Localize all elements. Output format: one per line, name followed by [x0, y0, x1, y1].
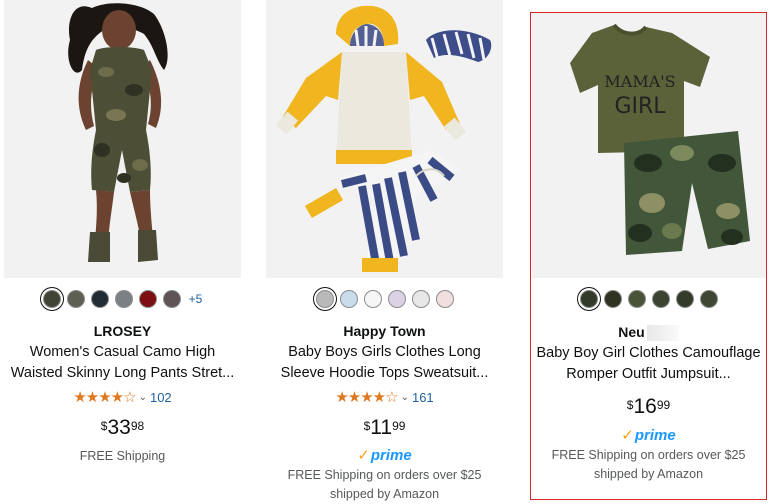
title-line: Women's Casual Camo High: [29, 344, 216, 360]
price: $1699: [531, 395, 766, 419]
chevron-down-icon[interactable]: ⌄: [401, 392, 409, 403]
price-symbol: $: [100, 419, 108, 433]
color-swatch[interactable]: [114, 290, 133, 308]
product-title-link[interactable]: Women's Casual Camo High Waisted Skinny …: [0, 342, 245, 384]
product-title-link[interactable]: Baby Boys Girls Clothes Long Sleeve Hood…: [262, 342, 507, 384]
prime-label: prime: [634, 426, 676, 444]
price-fraction: 99: [392, 419, 406, 433]
color-swatch[interactable]: [315, 290, 334, 308]
color-swatch[interactable]: [138, 290, 157, 308]
color-swatch[interactable]: [42, 290, 61, 308]
color-swatch[interactable]: [339, 290, 358, 308]
prime-logo: ✓ prime: [621, 426, 676, 445]
price: $3398: [0, 416, 245, 440]
product-card-neu[interactable]: MAMA'S GIRL Neu Baby Boy Girl Clothes Ca…: [530, 12, 767, 500]
shirt-text: MAMA'S: [604, 72, 675, 91]
brand-name: Neu: [531, 324, 766, 342]
chevron-down-icon[interactable]: ⌄: [139, 392, 147, 403]
shipping-line: FREE Shipping on orders over $25: [287, 468, 482, 482]
rating-count-link[interactable]: 161: [412, 390, 434, 405]
prime-check-icon: ✓: [621, 427, 634, 444]
camo-romper-outfit-image: MAMA'S GIRL: [532, 13, 766, 278]
color-swatch[interactable]: [66, 290, 85, 308]
prime-badge: ✓ prime: [531, 426, 766, 445]
prime-logo: ✓ prime: [357, 446, 412, 465]
color-swatch[interactable]: [435, 290, 454, 308]
color-swatches: [262, 290, 507, 308]
shipping-line: shipped by Amazon: [329, 487, 440, 501]
brand-text: Neu: [618, 324, 645, 340]
title-line: Baby Boys Girls Clothes Long: [288, 344, 481, 360]
shipping-info: FREE Shipping on orders over $25 shipped…: [531, 446, 766, 484]
rating-row[interactable]: ★★★★☆ ⌄ 161: [262, 388, 507, 406]
prime-badge: ✓ prime: [262, 446, 507, 465]
color-swatch[interactable]: [90, 290, 109, 308]
price-fraction: 99: [656, 398, 671, 412]
hoodie-outfit-image: [266, 0, 503, 278]
color-swatch[interactable]: [363, 290, 382, 308]
color-swatch[interactable]: [651, 290, 670, 308]
star-rating-icon: ★★★★☆: [73, 389, 136, 406]
shipping-line: shipped by Amazon: [593, 467, 704, 481]
color-swatch[interactable]: [411, 290, 430, 308]
color-swatch[interactable]: [162, 290, 181, 308]
camo-jumpsuit-image: [4, 0, 241, 278]
brand-name: LROSEY: [93, 323, 152, 339]
star-rating-icon: ★★★★☆: [335, 389, 398, 406]
product-card-lrosey[interactable]: +5 LROSEY Women's Casual Camo High Waist…: [0, 0, 245, 503]
price-symbol: $: [363, 419, 371, 433]
product-image[interactable]: MAMA'S GIRL: [532, 13, 766, 278]
title-line: Romper Outfit Jumpsuit...: [566, 366, 731, 382]
rating-count-link[interactable]: 102: [150, 390, 172, 405]
price-whole: 11: [370, 416, 393, 439]
color-swatch[interactable]: [387, 290, 406, 308]
rating-row[interactable]: ★★★★☆ ⌄ 102: [0, 388, 245, 406]
title-line: Sleeve Hoodie Tops Sweatsuit...: [280, 365, 489, 381]
price-fraction: 98: [130, 419, 145, 433]
color-swatch[interactable]: [603, 290, 622, 308]
color-swatches: [531, 290, 766, 308]
product-title-link[interactable]: Baby Boy Girl Clothes Camouflage Romper …: [531, 343, 766, 385]
title-line: Baby Boy Girl Clothes Camouflage: [536, 345, 761, 361]
product-card-happy-town[interactable]: Happy Town Baby Boys Girls Clothes Long …: [262, 0, 507, 503]
product-image[interactable]: [266, 0, 503, 278]
shipping-line: FREE Shipping on orders over $25: [551, 448, 746, 462]
shipping-line: FREE Shipping: [79, 449, 166, 463]
color-swatch[interactable]: [699, 290, 718, 308]
color-swatch[interactable]: [579, 290, 598, 308]
title-line: Waisted Skinny Long Pants Stret...: [10, 365, 235, 381]
shirt-text: GIRL: [614, 94, 666, 119]
brand-name: Happy Town: [343, 323, 426, 339]
color-swatches: +5: [0, 290, 245, 308]
shipping-info: FREE Shipping: [0, 447, 245, 466]
price-symbol: $: [626, 398, 634, 412]
price-whole: 16: [633, 395, 657, 418]
price: $1199: [262, 416, 507, 440]
prime-check-icon: ✓: [357, 447, 370, 464]
brand-redacted: [646, 325, 679, 342]
shipping-info: FREE Shipping on orders over $25 shipped…: [262, 466, 507, 504]
price-whole: 33: [107, 416, 131, 439]
more-colors-link[interactable]: +5: [189, 292, 203, 306]
prime-label: prime: [370, 446, 412, 464]
color-swatch[interactable]: [675, 290, 694, 308]
color-swatch[interactable]: [627, 290, 646, 308]
product-image[interactable]: [4, 0, 241, 278]
